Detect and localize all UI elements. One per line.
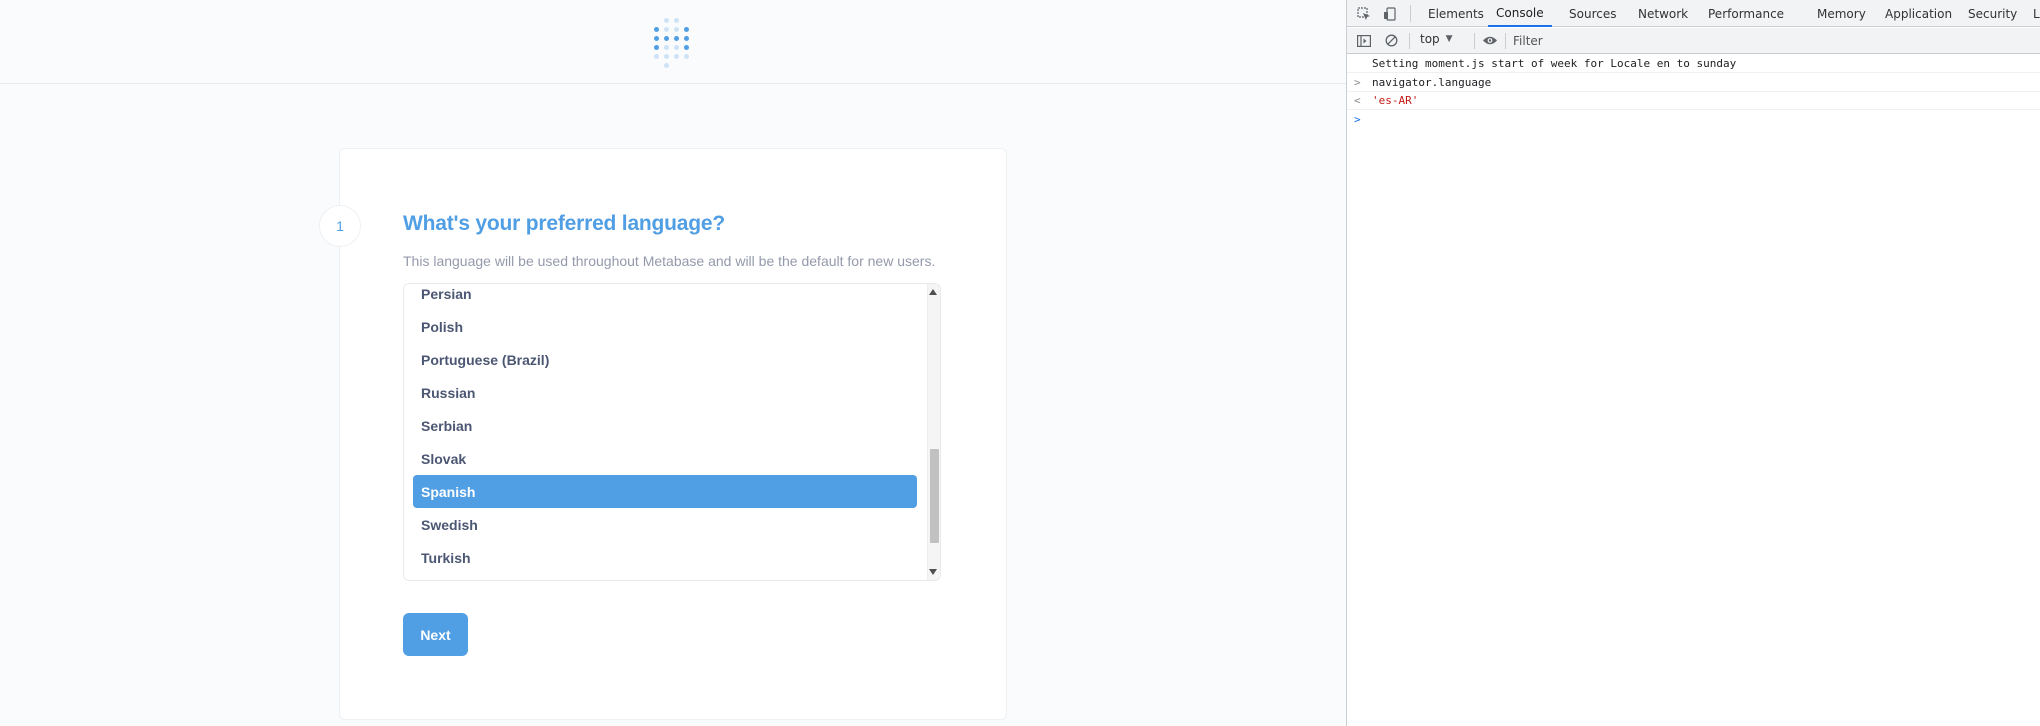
console-result-value: 'es-AR'	[1372, 94, 1419, 107]
scroll-up-arrow-icon[interactable]	[929, 289, 937, 295]
logo-dot	[654, 27, 659, 32]
language-option[interactable]: Serbian	[413, 409, 917, 442]
next-button[interactable]: Next	[403, 613, 468, 656]
logo-dot	[684, 54, 689, 59]
metabase-logo-icon	[651, 15, 695, 68]
language-option[interactable]: Persian	[413, 284, 917, 310]
language-option[interactable]: Polish	[413, 310, 917, 343]
console-filter-input[interactable]	[1509, 31, 2029, 51]
logo-dot	[674, 54, 679, 59]
execution-context-select[interactable]: top ▼	[1420, 32, 1453, 46]
console-input-line: > navigator.language	[1347, 74, 2040, 92]
logo-dot	[654, 45, 659, 50]
step-title: What's your preferred language?	[403, 212, 726, 235]
devtools-tab-elements[interactable]: Elements	[1428, 0, 1484, 27]
device-toggle-icon[interactable]	[1381, 5, 1398, 22]
console-prompt-line[interactable]: >	[1347, 110, 2040, 128]
language-list-scrollbar[interactable]	[927, 284, 940, 580]
scroll-down-arrow-icon[interactable]	[929, 569, 937, 575]
toolbar-separator	[1409, 33, 1410, 49]
logo-dot	[664, 45, 669, 50]
language-option[interactable]: Turkish	[413, 541, 917, 574]
console-toolbar: top ▼	[1347, 28, 2040, 54]
language-option[interactable]: Swedish	[413, 508, 917, 541]
sidebar-toggle-icon[interactable]	[1355, 32, 1372, 49]
devtools-panel: Elements Console Sources Network Performance…	[1346, 0, 2040, 726]
console-prompt-chevron-icon: >	[1354, 112, 1361, 126]
logo-dot	[664, 18, 669, 23]
devtools-tab-console[interactable]: Console	[1488, 0, 1552, 27]
devtools-tab-memory[interactable]: Memory	[1817, 0, 1866, 27]
logo-dot	[664, 54, 669, 59]
devtools-tab-sources[interactable]: Sources	[1569, 0, 1616, 27]
tab-bar-separator	[1410, 5, 1411, 22]
language-option[interactable]: Slovak	[413, 442, 917, 475]
console-input-command: navigator.language	[1372, 76, 1492, 89]
app-header	[0, 0, 1346, 84]
console-input-chevron-icon: >	[1354, 76, 1361, 89]
logo-dot	[684, 27, 689, 32]
devtools-tab-application[interactable]: Application	[1885, 0, 1952, 27]
logo-dot	[664, 27, 669, 32]
clear-console-icon[interactable]	[1383, 32, 1400, 49]
logo-dot	[654, 54, 659, 59]
devtools-tab-performance[interactable]: Performance	[1708, 0, 1784, 27]
logo-dot	[664, 36, 669, 41]
metabase-setup-page: 1 What's your preferred language? This l…	[0, 0, 1346, 726]
devtools-tab-security[interactable]: Security	[1968, 0, 2017, 27]
step-description: This language will be used throughout Me…	[403, 253, 936, 269]
step-number-badge: 1	[319, 205, 361, 247]
language-option-selected[interactable]: Spanish	[413, 475, 917, 508]
eye-icon[interactable]	[1479, 32, 1501, 49]
language-option[interactable]: Portuguese (Brazil)	[413, 343, 917, 376]
logo-dot	[674, 36, 679, 41]
chevron-down-icon: ▼	[1445, 34, 1453, 44]
logo-dot	[674, 18, 679, 23]
devtools-tab-network[interactable]: Network	[1638, 0, 1688, 27]
console-log-message: Setting moment.js start of week for Loca…	[1372, 57, 1737, 70]
inspect-element-icon[interactable]	[1355, 5, 1372, 22]
logo-dot	[664, 63, 669, 68]
devtools-tab-bar: Elements Console Sources Network Performance…	[1347, 0, 2040, 27]
logo-dot	[674, 27, 679, 32]
logo-dot	[684, 45, 689, 50]
toolbar-separator	[1505, 33, 1506, 49]
scrollbar-thumb[interactable]	[930, 449, 939, 543]
toolbar-separator	[1474, 33, 1475, 49]
console-result-arrow-icon: <	[1354, 94, 1361, 107]
console-result-line: < 'es-AR'	[1347, 92, 2040, 110]
logo-dot	[684, 36, 689, 41]
language-option[interactable]: Russian	[413, 376, 917, 409]
devtools-tab-l[interactable]: L	[2033, 0, 2040, 27]
logo-dot	[674, 45, 679, 50]
console-output: Setting moment.js start of week for Loca…	[1347, 55, 2040, 726]
console-log-line: Setting moment.js start of week for Loca…	[1347, 55, 2040, 73]
language-list[interactable]: Persian Polish Portuguese (Brazil) Russian S…	[403, 283, 941, 581]
logo-dot	[654, 36, 659, 41]
context-label: top	[1420, 32, 1440, 46]
